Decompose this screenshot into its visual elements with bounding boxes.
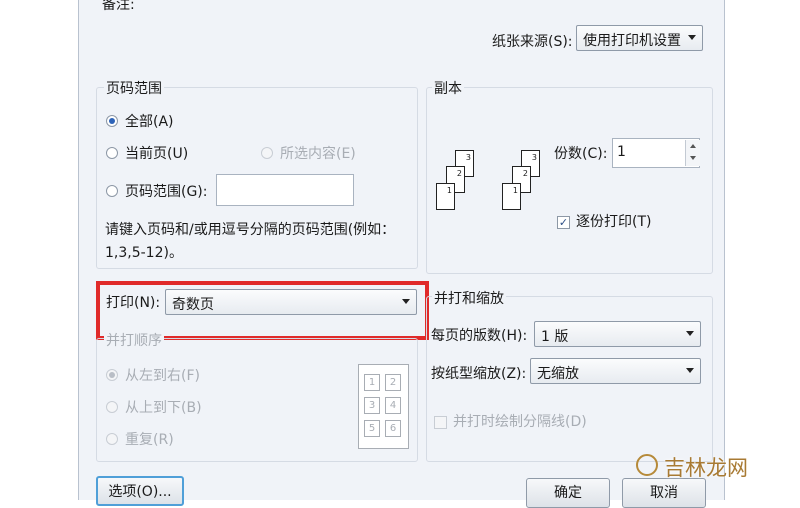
page-range-hint-2: 1,3,5-12)。	[105, 245, 183, 261]
radio-repeat-label: 重复(R)	[125, 432, 174, 448]
scale-select[interactable]: 无缩放	[530, 358, 701, 384]
watermark-text: 吉林龙网	[664, 456, 748, 480]
page-range-input[interactable]	[216, 174, 354, 206]
per-sheet-value: 1 版	[541, 329, 569, 345]
print-dialog: 备注: 纸张来源(S): 使用打印机设置 页码范围 全部(A) 当前页(U) 所…	[78, 0, 725, 508]
collate-checkbox[interactable]: ✓	[557, 216, 570, 229]
remark-label: 备注:	[102, 0, 135, 13]
grid-cell: 6	[385, 420, 401, 437]
grid-cell: 5	[364, 420, 380, 437]
grid-cell: 3	[364, 397, 380, 414]
radio-left-to-right[interactable]	[106, 369, 118, 381]
radio-all-label: 全部(A)	[125, 114, 174, 130]
order-grid-icon: 1 2 3 4 5 6	[358, 364, 409, 449]
paper-source-label: 纸张来源(S):	[492, 34, 573, 50]
radio-current-page[interactable]	[106, 147, 118, 159]
radio-top-to-bottom[interactable]	[106, 401, 118, 413]
radio-selection[interactable]	[261, 147, 273, 159]
grid-cell: 4	[385, 397, 401, 414]
scale-label: 按纸型缩放(Z):	[431, 366, 527, 382]
draw-lines-checkbox[interactable]	[434, 416, 447, 429]
copies-count-value: 1	[617, 144, 626, 160]
chevron-down-icon	[686, 331, 694, 336]
radio-current-page-label: 当前页(U)	[125, 146, 189, 162]
radio-top-to-bottom-label: 从上到下(B)	[125, 400, 202, 416]
spin-down-icon[interactable]	[690, 156, 696, 160]
order-title: 并打顺序	[104, 330, 164, 350]
per-sheet-label: 每页的版数(H):	[431, 328, 528, 344]
cancel-button[interactable]: 取消	[622, 478, 706, 508]
spin-up-icon[interactable]	[690, 144, 696, 148]
paper-source-select[interactable]: 使用打印机设置	[576, 25, 703, 51]
chevron-down-icon	[688, 35, 696, 40]
per-sheet-select[interactable]: 1 版	[534, 321, 701, 347]
radio-selection-label: 所选内容(E)	[280, 146, 356, 162]
radio-page-range-label: 页码范围(G):	[125, 184, 208, 200]
page-range-title: 页码范围	[104, 78, 164, 98]
chevron-down-icon	[686, 368, 694, 373]
grid-cell: 2	[385, 374, 401, 391]
copies-group	[426, 87, 713, 274]
radio-repeat[interactable]	[106, 433, 118, 445]
radio-all[interactable]	[106, 115, 118, 127]
options-button[interactable]: 选项(O)...	[96, 476, 184, 506]
watermark-logo: 吉林龙网	[636, 452, 788, 482]
ok-button[interactable]: 确定	[526, 478, 610, 508]
copies-title: 副本	[432, 78, 464, 98]
radio-left-to-right-label: 从左到右(F)	[125, 368, 200, 384]
copies-spinner[interactable]	[685, 140, 700, 166]
zoom-title: 并打和缩放	[432, 288, 506, 308]
page-range-hint: 请键入页码和/或用逗号分隔的页码范围(例如：	[105, 222, 396, 238]
scale-value: 无缩放	[537, 366, 579, 382]
copies-count-label: 份数(C):	[554, 146, 608, 162]
watermark-icon	[636, 454, 658, 476]
paper-source-value: 使用打印机设置	[583, 33, 681, 49]
radio-page-range[interactable]	[106, 185, 118, 197]
draw-lines-label: 并打时绘制分隔线(D)	[453, 414, 587, 430]
collate-label: 逐份打印(T)	[576, 214, 652, 230]
grid-cell: 1	[364, 374, 380, 391]
